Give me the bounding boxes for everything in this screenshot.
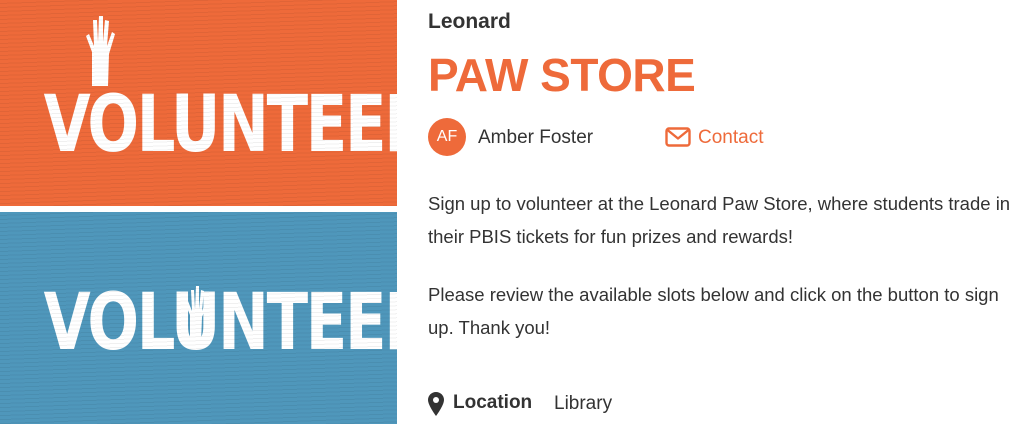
author-row: AF Amber Foster Contact: [428, 118, 1024, 156]
location-label: Location: [453, 392, 533, 413]
location-row: Location Library: [428, 390, 1024, 420]
contact-label: Contact: [698, 127, 764, 148]
raised-hand-icon: [185, 286, 208, 343]
banner-top-text: VOLUNTEER: [43, 80, 397, 170]
banner-orange-panel: VOLUNTEER: [0, 0, 397, 206]
description-paragraph: Sign up to volunteer at the Leonard Paw …: [428, 193, 1011, 247]
page-title: PAW STORE: [428, 49, 696, 101]
avatar: AF: [428, 118, 466, 156]
author-name: Amber Foster: [478, 127, 594, 148]
organization-name: Leonard: [428, 10, 511, 33]
banner-blue-panel: VOLUNTEER: [0, 212, 397, 424]
map-pin-icon: [428, 392, 444, 416]
description-paragraph: Please review the available slots below …: [428, 284, 999, 338]
volunteer-banner-image: VOLUNTEER VOLUNTEER: [0, 0, 397, 424]
raised-hand-icon: [86, 16, 115, 86]
envelope-icon: [665, 127, 691, 147]
location-value: Library: [554, 393, 613, 414]
